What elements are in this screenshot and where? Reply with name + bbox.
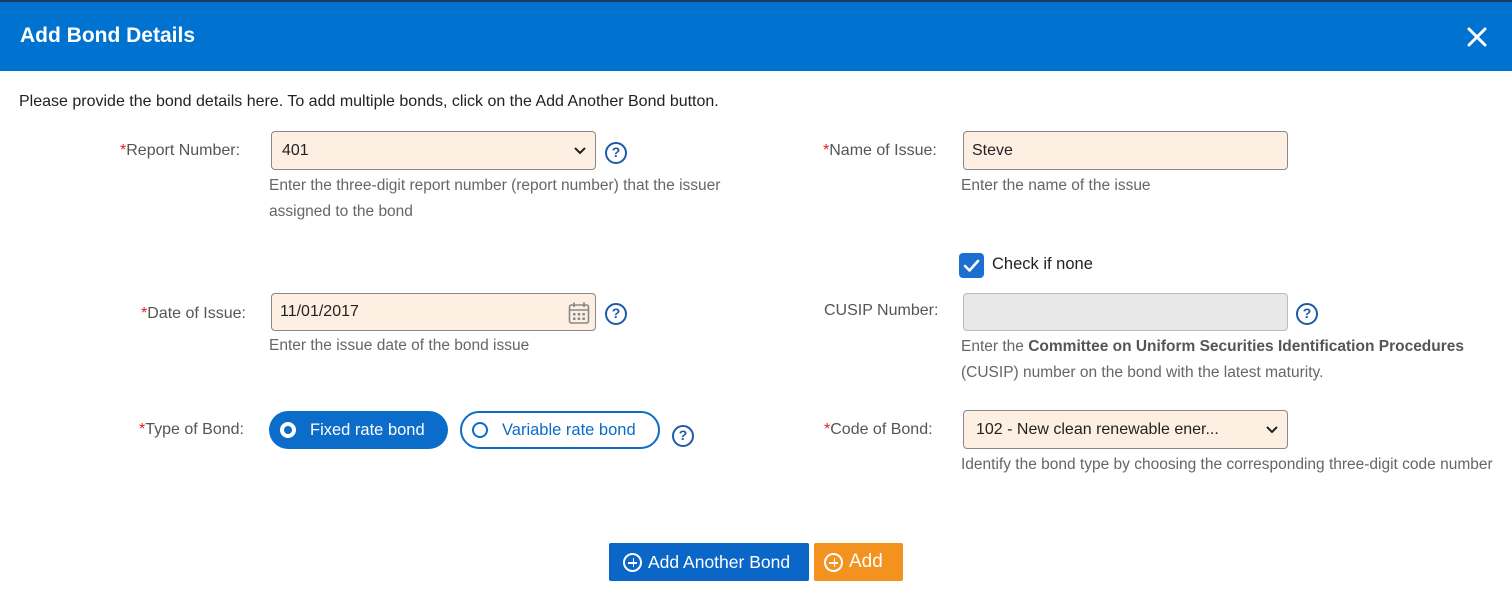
name-of-issue-input[interactable]: Steve [963,131,1288,170]
cusip-help-prefix: Enter the [961,338,1029,355]
report-number-label-text: Report Number: [126,142,241,159]
date-of-issue-label: *Date of Issue: [141,305,246,323]
date-of-issue-input[interactable]: 11/01/2017 [271,293,596,331]
dialog-title: Add Bond Details [20,24,196,47]
radio-selected-icon [280,422,296,438]
check-icon [963,259,980,272]
chevron-down-icon [1266,425,1278,433]
check-if-none-label: Check if none [992,255,1093,273]
type-of-bond-help-icon[interactable]: ? [672,425,694,447]
intro-text: Please provide the bond details here. To… [19,93,719,110]
cusip-help-icon[interactable]: ? [1296,303,1318,325]
date-of-issue-help-icon[interactable]: ? [605,303,627,325]
name-of-issue-label-text: Name of Issue: [829,142,937,159]
type-of-bond-label: *Type of Bond: [139,421,244,439]
variable-rate-bond-radio[interactable]: Variable rate bond [460,411,660,449]
report-number-value: 401 [282,141,309,159]
fixed-rate-bond-label: Fixed rate bond [310,420,425,439]
code-of-bond-value: 102 - New clean renewable ener... [976,420,1219,438]
code-of-bond-select[interactable]: 102 - New clean renewable ener... [963,410,1288,449]
plus-circle-icon [623,552,642,572]
check-if-none-checkbox[interactable] [959,253,984,278]
cusip-help-suffix: (CUSIP) number on the bond with the late… [961,364,1324,381]
add-another-bond-label: Add Another Bond [648,551,791,572]
type-of-bond-label-text: Type of Bond: [145,421,244,438]
cusip-input [963,293,1288,331]
name-of-issue-label: *Name of Issue: [823,142,937,160]
plus-circle-icon [824,552,843,572]
code-of-bond-label-text: Code of Bond: [830,421,933,438]
report-number-help-icon[interactable]: ? [605,142,627,164]
close-icon[interactable] [1464,24,1490,50]
calendar-icon[interactable] [568,301,590,325]
variable-rate-bond-label: Variable rate bond [502,420,636,439]
name-of-issue-help: Enter the name of the issue [961,177,1151,194]
add-button-label: Add [849,551,883,572]
code-of-bond-label: *Code of Bond: [824,421,933,439]
date-of-issue-value: 11/01/2017 [280,303,359,320]
dialog-header: Add Bond Details [0,0,1512,71]
add-another-bond-button[interactable]: Add Another Bond [609,543,809,581]
cusip-help-bold: Committee on Uniform Securities Identifi… [1028,338,1465,355]
fixed-rate-bond-radio[interactable]: Fixed rate bond [269,411,448,449]
name-of-issue-value: Steve [972,141,1013,159]
add-button[interactable]: Add [814,543,903,581]
report-number-label: *Report Number: [120,142,240,160]
cusip-label: CUSIP Number: [824,302,939,319]
cusip-help: Enter the Committee on Uniform Securitie… [961,334,1491,386]
report-number-select[interactable]: 401 [271,131,596,170]
report-number-help: Enter the three-digit report number (rep… [269,177,721,220]
date-of-issue-label-text: Date of Issue: [147,305,246,322]
code-of-bond-help: Identify the bond type by choosing the c… [961,456,1493,473]
chevron-down-icon [574,146,586,154]
radio-unselected-icon [472,422,488,438]
date-of-issue-help: Enter the issue date of the bond issue [269,337,530,354]
